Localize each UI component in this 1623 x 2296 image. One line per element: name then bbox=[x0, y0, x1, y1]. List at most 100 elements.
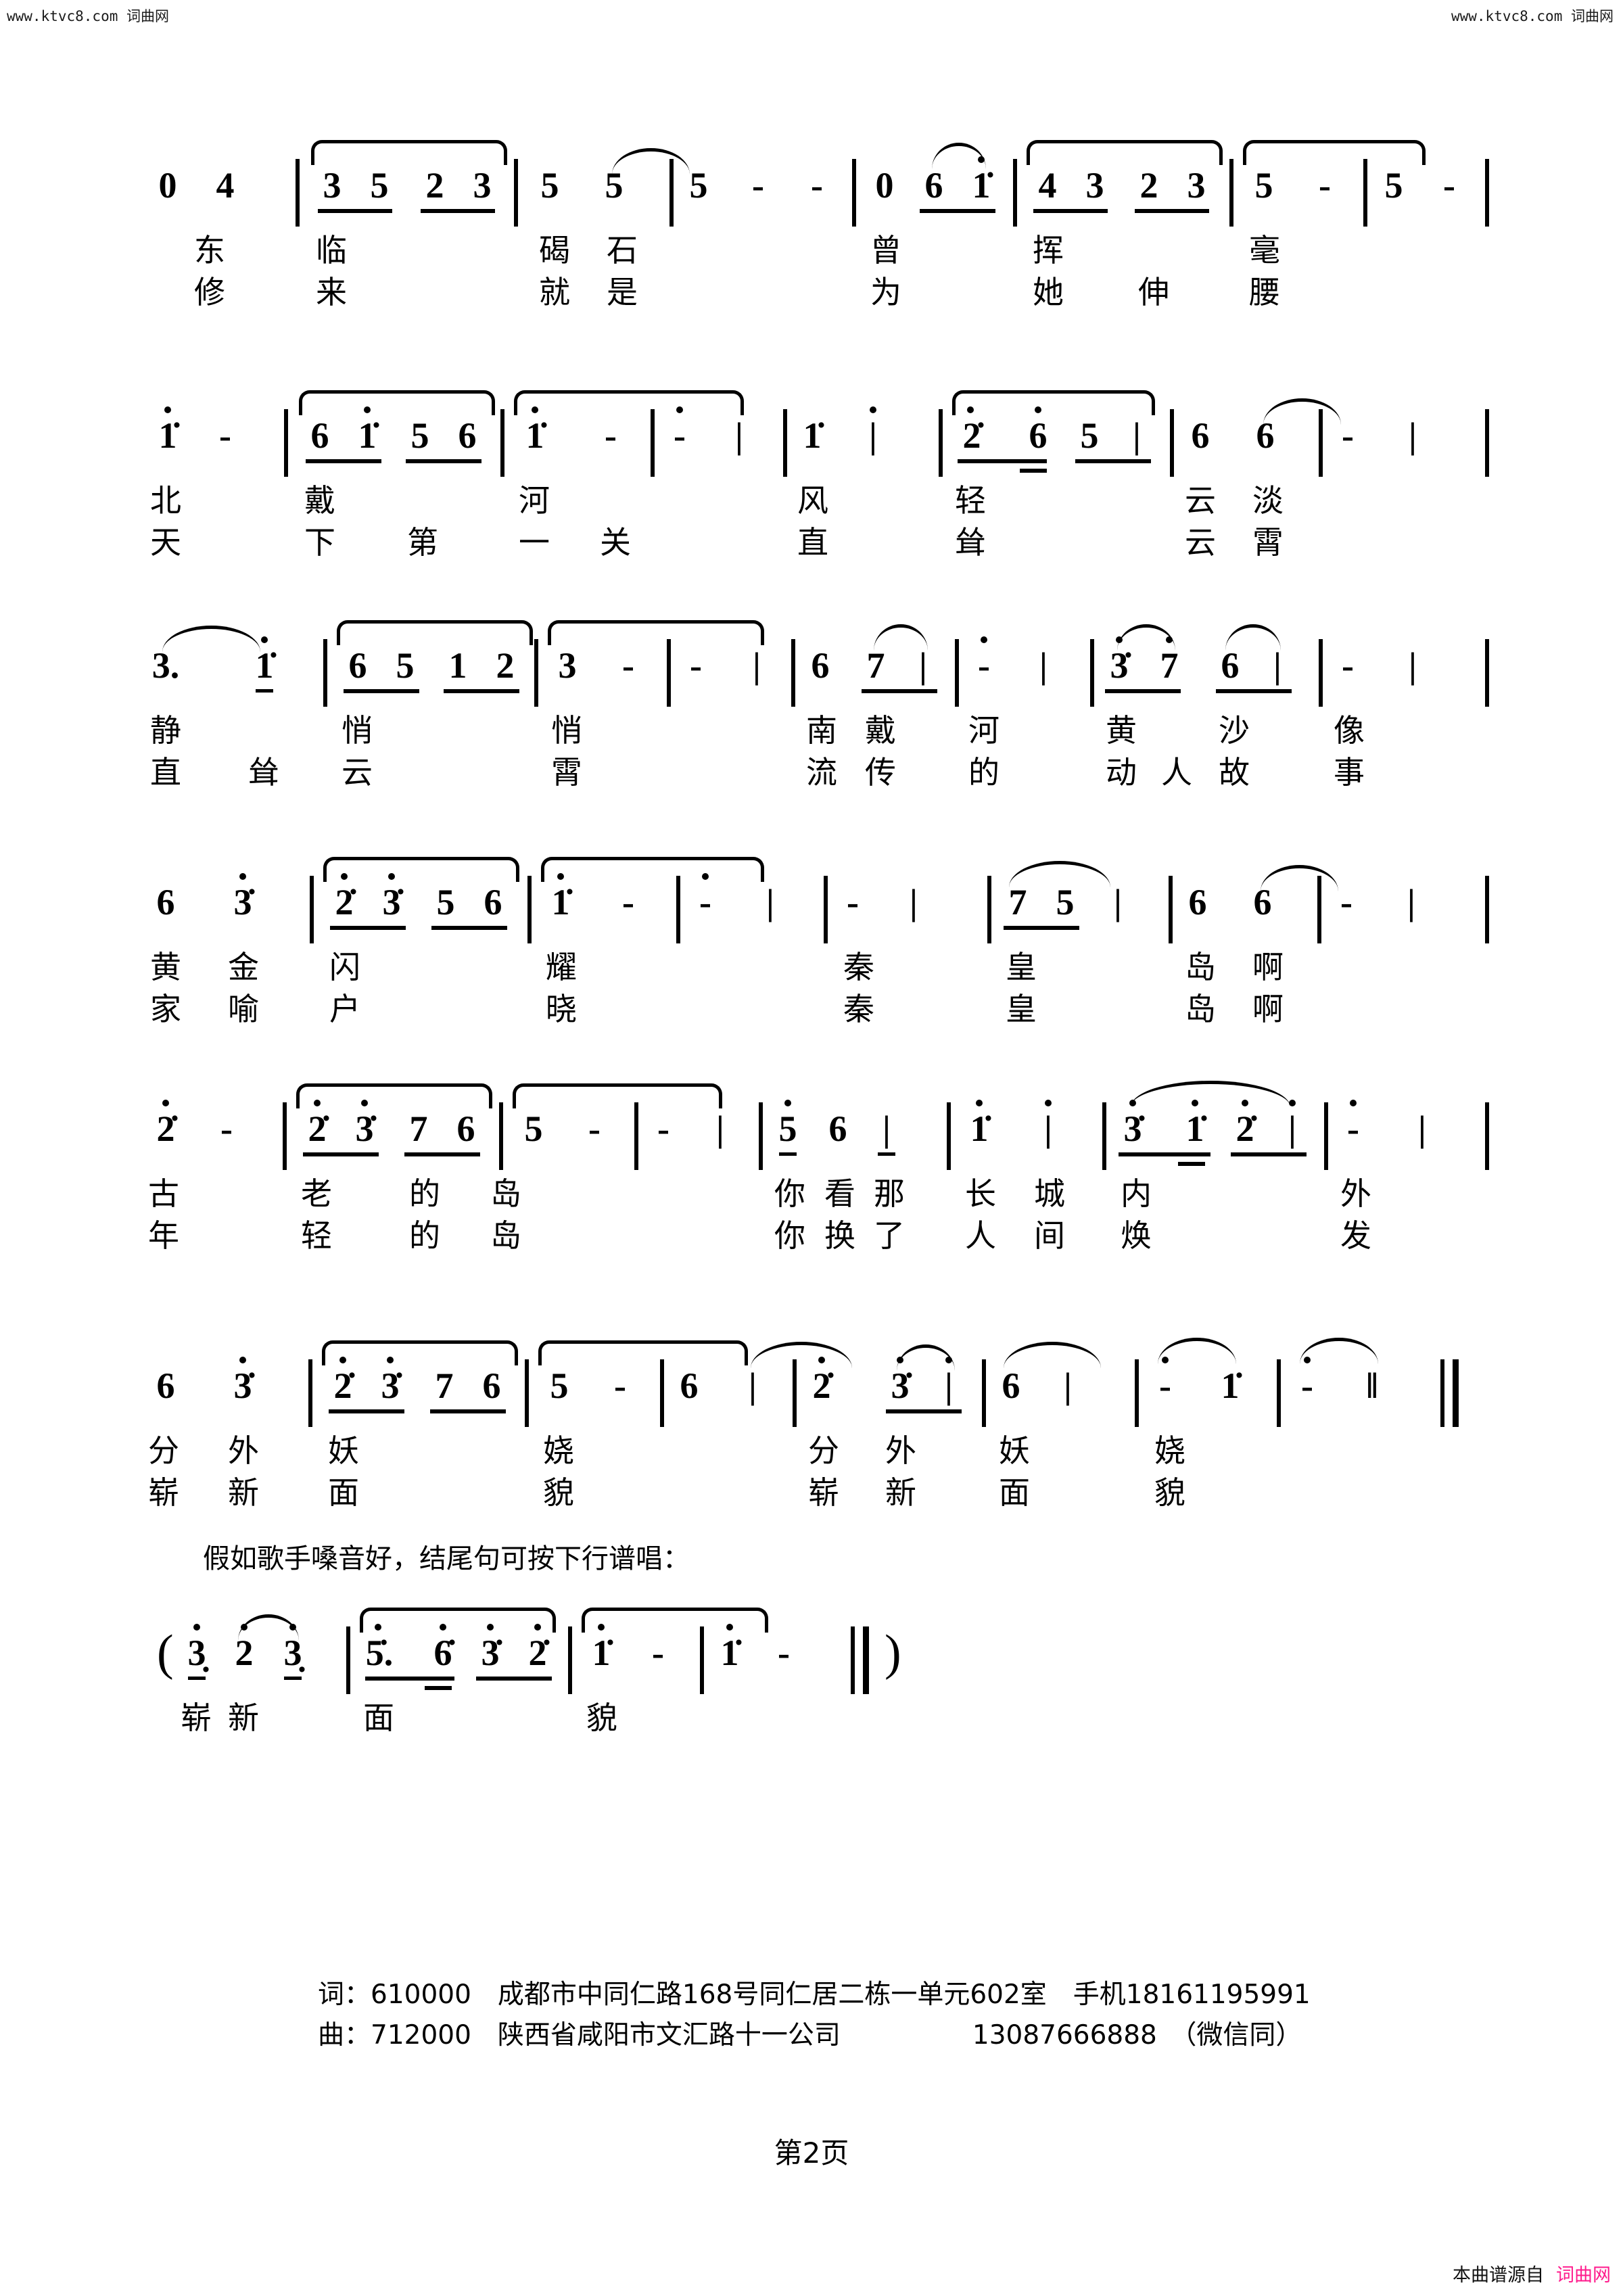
octave-dot-high bbox=[341, 873, 348, 880]
barline bbox=[346, 1626, 350, 1694]
lyrics-row-5b: 年 轻 的 岛 你 换 了 人 间 焕 发 bbox=[0, 1220, 1623, 1262]
beam-underline-2 bbox=[1020, 469, 1047, 473]
lyric: 耸 bbox=[955, 524, 986, 561]
lyric: 的 bbox=[409, 1217, 440, 1254]
note: | bbox=[716, 1108, 724, 1149]
barline bbox=[669, 159, 674, 227]
phrase-bracket bbox=[548, 620, 764, 645]
octave-dot-high bbox=[557, 873, 564, 880]
note: 3̇ bbox=[1110, 645, 1129, 686]
barline bbox=[947, 1102, 951, 1170]
lyric: 悄 bbox=[342, 712, 373, 749]
lyric: 崭 bbox=[148, 1474, 179, 1511]
octave-dot-high bbox=[981, 636, 987, 643]
octave-dot-high bbox=[1192, 1100, 1198, 1106]
lyric: 为 bbox=[870, 274, 901, 310]
note: 6 bbox=[456, 1108, 475, 1149]
performance-note: 假如歌手嗓音好，结尾句可按下行谱唱： bbox=[203, 1543, 690, 1574]
barline bbox=[759, 1102, 763, 1170]
lyric: 间 bbox=[1034, 1217, 1065, 1254]
lyric: 岛 bbox=[1185, 949, 1216, 985]
lyric: 皇 bbox=[1006, 991, 1037, 1027]
beam-underline bbox=[1075, 459, 1151, 463]
footer-lyricist-contact: 词：610000 成都市中同仁路168号同仁居二栋一单元602室 手机18161… bbox=[318, 1979, 1311, 2010]
barline bbox=[852, 159, 856, 227]
lyric: 娆 bbox=[1154, 1432, 1185, 1469]
note: 3̇ bbox=[233, 882, 252, 922]
octave-dot-high bbox=[534, 1624, 541, 1631]
lyric: 霄 bbox=[1252, 524, 1284, 561]
tie-slur bbox=[874, 624, 928, 651]
octave-dot-high bbox=[976, 1100, 983, 1106]
note: 0 bbox=[158, 165, 177, 206]
note: 4 bbox=[1038, 165, 1057, 206]
note: - bbox=[1342, 645, 1354, 686]
lyric: 下 bbox=[304, 524, 335, 561]
note: ‖ bbox=[1366, 1365, 1378, 1406]
octave-dot-high bbox=[361, 1100, 368, 1106]
note: - bbox=[847, 882, 859, 922]
note: | bbox=[1418, 1108, 1426, 1149]
lyric: 是 bbox=[607, 274, 638, 310]
octave-dot-high bbox=[261, 636, 268, 643]
lyric: 天 bbox=[150, 524, 181, 561]
barline bbox=[1485, 409, 1489, 477]
lyric: 云 bbox=[342, 754, 373, 791]
phrase-bracket bbox=[1243, 140, 1426, 165]
lyric: 那 bbox=[874, 1175, 905, 1212]
beam-underline bbox=[256, 689, 273, 693]
barline bbox=[651, 409, 655, 477]
tie-slur bbox=[1263, 398, 1341, 425]
barline bbox=[791, 639, 795, 707]
notes-row-2: 1̇ - 6 1̇ 5 6 1̇ - - | 1̇ | 2̇ 6 5 | 6 6… bbox=[0, 390, 1623, 484]
lyric: 直 bbox=[150, 754, 181, 791]
note: 4 bbox=[216, 165, 235, 206]
octave-dot-high bbox=[726, 1624, 733, 1631]
note: 3̇ bbox=[233, 1365, 252, 1406]
note: - bbox=[1340, 882, 1352, 922]
note: 5 bbox=[1056, 882, 1075, 922]
note: - bbox=[978, 645, 990, 686]
note: 2̇ bbox=[812, 1365, 831, 1406]
note: 1̇ bbox=[972, 165, 991, 206]
note: 1̇ bbox=[551, 882, 570, 922]
note: | bbox=[1044, 1108, 1052, 1149]
note: | bbox=[910, 882, 918, 922]
note: | bbox=[945, 1365, 953, 1406]
tie-slur bbox=[1004, 1342, 1101, 1368]
beam-underline bbox=[365, 1677, 454, 1681]
lyric: 妖 bbox=[328, 1432, 359, 1469]
lyrics-row-2b: 天 下 第 一 关 直 耸 云 霄 bbox=[0, 527, 1623, 569]
lyric: 喻 bbox=[228, 991, 259, 1027]
barline bbox=[824, 876, 828, 943]
barline bbox=[700, 1626, 704, 1694]
lyric: 岛 bbox=[1185, 991, 1216, 1027]
note: - bbox=[657, 1108, 669, 1149]
beam-underline bbox=[329, 1409, 404, 1413]
lyric: 娆 bbox=[543, 1432, 574, 1469]
note: 2 bbox=[496, 645, 515, 686]
lyric: 你 bbox=[774, 1175, 805, 1212]
note: - bbox=[1159, 1365, 1171, 1406]
page-number: 第2页 bbox=[774, 2136, 849, 2170]
barline bbox=[1485, 1102, 1489, 1170]
lyric: 修 bbox=[194, 274, 225, 310]
lyric: 闪 bbox=[329, 949, 360, 985]
barline bbox=[1324, 1102, 1328, 1170]
lyric: 事 bbox=[1334, 754, 1365, 791]
lyric: 戴 bbox=[865, 712, 896, 749]
note: | bbox=[1407, 882, 1415, 922]
barline bbox=[1485, 639, 1489, 707]
final-barline-thick bbox=[863, 1626, 869, 1694]
note: 1̇ bbox=[803, 415, 822, 456]
lyric: 轻 bbox=[955, 482, 986, 519]
barline bbox=[1485, 159, 1489, 227]
lyric: 北 bbox=[150, 482, 181, 519]
note: 6 bbox=[1191, 415, 1210, 456]
note: 5 bbox=[396, 645, 415, 686]
barline bbox=[1317, 876, 1321, 943]
lyric: 故 bbox=[1219, 754, 1250, 791]
barline bbox=[667, 639, 671, 707]
lyric: 沙 bbox=[1219, 712, 1250, 749]
note: 7 bbox=[1008, 882, 1027, 922]
